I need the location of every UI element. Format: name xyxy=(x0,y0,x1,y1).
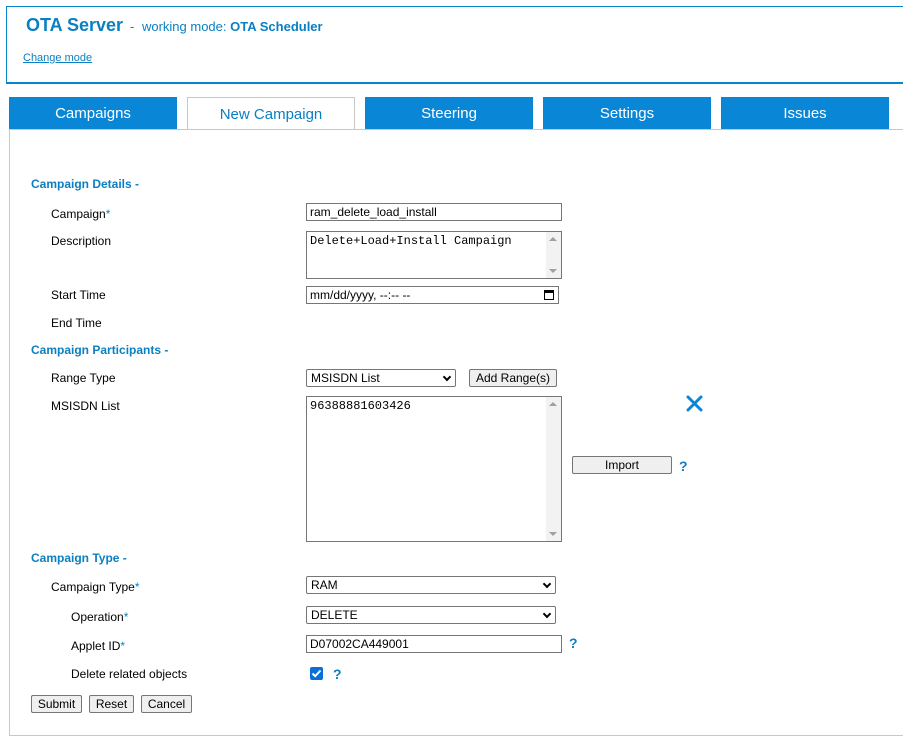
description-scrollbar[interactable] xyxy=(546,232,561,278)
chevron-down-icon xyxy=(442,372,452,382)
campaign-type-select[interactable]: RAM xyxy=(306,576,556,594)
app-header: OTA Server - working mode: OTA Scheduler… xyxy=(6,6,903,83)
chevron-down-icon xyxy=(542,579,552,589)
section-campaign-details: Campaign Details - xyxy=(31,177,140,191)
change-mode-link[interactable]: Change mode xyxy=(23,52,92,64)
campaign-type-value: RAM xyxy=(311,578,338,592)
header-divider xyxy=(6,82,903,84)
checkmark-icon xyxy=(311,669,322,678)
working-mode: - working mode: OTA Scheduler xyxy=(130,19,323,34)
reset-button[interactable]: Reset xyxy=(89,695,134,713)
tab-settings[interactable]: Settings xyxy=(543,97,711,130)
msisdn-list-textarea[interactable]: 96388881603426 xyxy=(306,396,562,542)
section-campaign-participants: Campaign Participants - xyxy=(31,343,169,357)
mode-prefix: working mode: xyxy=(141,19,227,34)
campaign-label: Campaign* xyxy=(51,207,111,221)
start-time-input[interactable]: mm/dd/yyyy, --:-- -- xyxy=(306,286,559,304)
add-ranges-button[interactable]: Add Range(s) xyxy=(469,369,557,387)
scroll-down-icon xyxy=(549,532,557,536)
help-icon[interactable]: ? xyxy=(569,635,578,651)
required-marker: * xyxy=(120,639,126,653)
delete-related-label: Delete related objects xyxy=(71,667,188,681)
applet-id-label: Applet ID* xyxy=(71,639,126,653)
calendar-icon[interactable] xyxy=(544,290,554,300)
msisdn-list-label: MSISDN List xyxy=(51,399,120,413)
operation-label: Operation* xyxy=(71,610,129,624)
mode-separator: - xyxy=(130,19,135,34)
chevron-down-icon xyxy=(542,609,552,619)
applet-id-input[interactable]: D07002CA449001 xyxy=(306,635,562,653)
start-time-value: mm/dd/yyyy, --:-- -- xyxy=(310,288,411,302)
campaign-type-label: Campaign Type* xyxy=(51,580,140,594)
help-icon[interactable]: ? xyxy=(333,666,342,682)
tab-campaigns[interactable]: Campaigns xyxy=(9,97,177,130)
tab-steering[interactable]: Steering xyxy=(365,97,533,130)
required-marker: * xyxy=(105,207,111,221)
scroll-up-icon xyxy=(549,237,557,241)
section-campaign-type: Campaign Type - xyxy=(31,551,127,565)
range-type-value: MSISDN List xyxy=(311,371,380,385)
import-button[interactable]: Import xyxy=(572,456,672,474)
brand-title: OTA Server xyxy=(26,15,124,35)
cancel-button[interactable]: Cancel xyxy=(141,695,192,713)
submit-button[interactable]: Submit xyxy=(31,695,82,713)
mode-value: OTA Scheduler xyxy=(230,19,323,34)
required-marker: * xyxy=(123,610,129,624)
required-marker: * xyxy=(134,580,140,594)
tab-bar: Campaigns New Campaign Steering Settings… xyxy=(9,97,903,131)
description-value: Delete+Load+Install Campaign xyxy=(310,234,512,248)
tab-issues[interactable]: Issues xyxy=(721,97,889,130)
close-icon[interactable] xyxy=(686,395,703,412)
msisdn-list-value: 96388881603426 xyxy=(310,399,411,413)
range-type-select[interactable]: MSISDN List xyxy=(306,369,456,387)
scroll-down-icon xyxy=(549,269,557,273)
description-label: Description xyxy=(51,234,112,248)
start-time-label: Start Time xyxy=(51,288,106,302)
help-icon[interactable]: ? xyxy=(679,458,688,474)
campaign-input[interactable]: ram_delete_load_install xyxy=(306,203,562,221)
range-type-label: Range Type xyxy=(51,371,116,385)
tab-new-campaign[interactable]: New Campaign xyxy=(187,97,355,131)
scroll-up-icon xyxy=(549,402,557,406)
end-time-label: End Time xyxy=(51,316,102,330)
msisdn-scrollbar[interactable] xyxy=(546,397,561,541)
operation-value: DELETE xyxy=(311,608,358,622)
description-textarea[interactable]: Delete+Load+Install Campaign xyxy=(306,231,562,279)
operation-select[interactable]: DELETE xyxy=(306,606,556,624)
delete-related-checkbox[interactable] xyxy=(310,667,323,680)
